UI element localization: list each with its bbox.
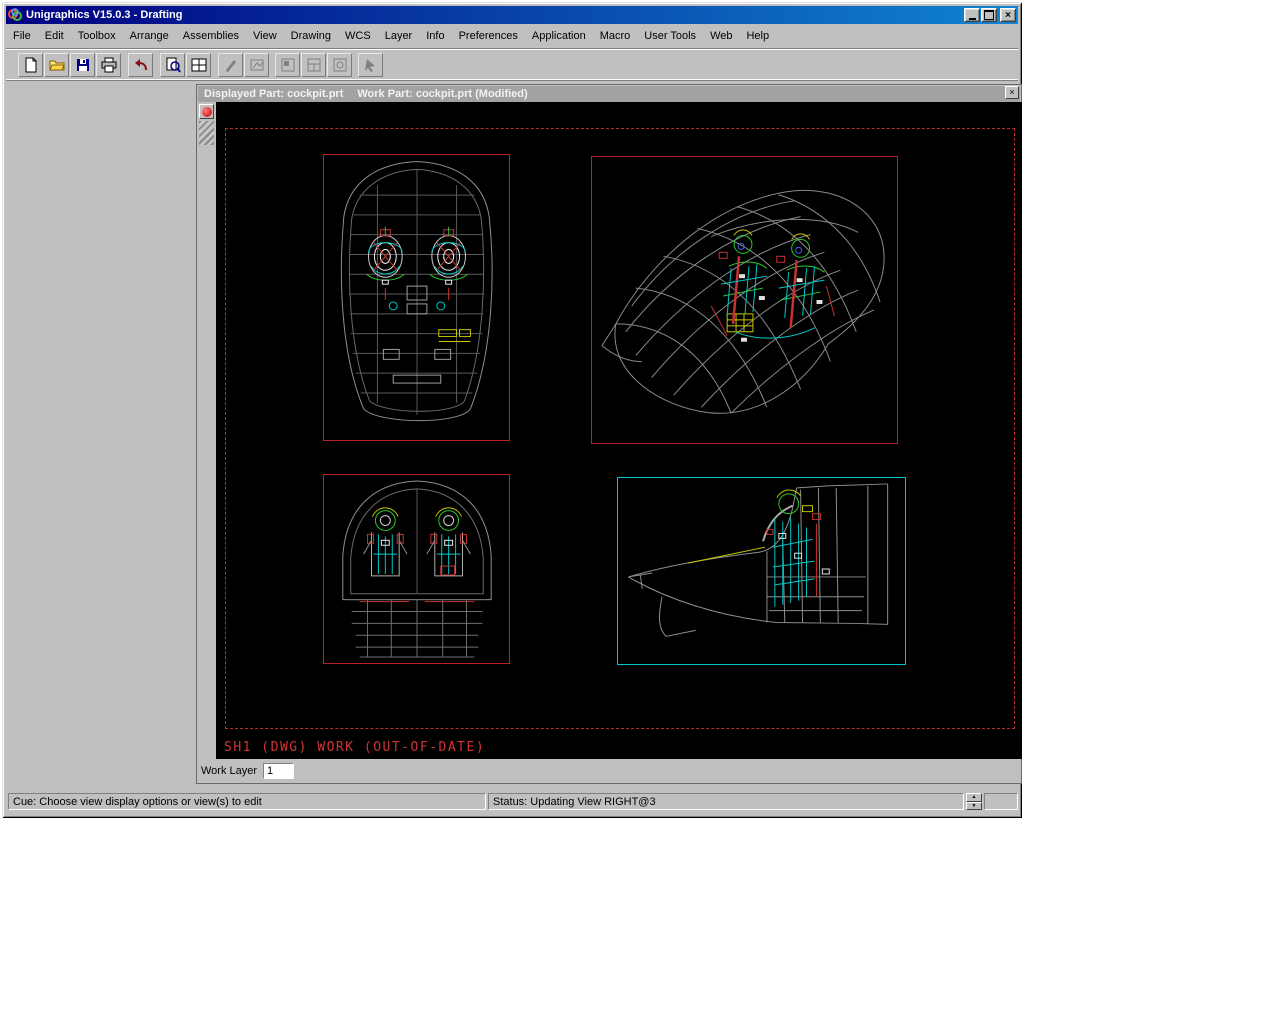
- displayed-part-label: Displayed Part: cockpit.prt: [204, 88, 343, 100]
- cue-text: Cue: Choose view display options or view…: [13, 796, 262, 808]
- menu-item[interactable]: Help: [739, 26, 776, 46]
- work-layer-label: Work Layer: [201, 765, 257, 777]
- close-icon: ×: [1005, 11, 1011, 20]
- viewport-top-view[interactable]: [323, 154, 510, 441]
- minimize-icon: [969, 18, 976, 20]
- menu-item[interactable]: Web: [703, 26, 739, 46]
- graphics-window-close-button[interactable]: ×: [1005, 86, 1019, 99]
- red-circle-icon: [202, 107, 212, 117]
- drawing-canvas[interactable]: SH1 (DWG) WORK (OUT-OF-DATE): [216, 102, 1022, 759]
- maximize-button[interactable]: [981, 8, 997, 22]
- menu-item[interactable]: Edit: [38, 26, 71, 46]
- plot-button[interactable]: [218, 53, 243, 77]
- minimize-button[interactable]: [964, 8, 980, 22]
- work-layer-bar: Work Layer: [201, 762, 294, 780]
- work-part-label: Work Part: cockpit.prt (Modified): [357, 88, 527, 100]
- menu-item[interactable]: View: [246, 26, 284, 46]
- menu-item[interactable]: Preferences: [452, 26, 525, 46]
- zoom-view-button[interactable]: [160, 53, 185, 77]
- view-split-button[interactable]: [301, 53, 326, 77]
- viewport-right-view[interactable]: [617, 477, 906, 665]
- menu-item[interactable]: Macro: [593, 26, 638, 46]
- menu-item[interactable]: Drawing: [284, 26, 338, 46]
- sheet-status-text: SH1 (DWG) WORK (OUT-OF-DATE): [224, 740, 485, 755]
- scroll-down-icon[interactable]: ▼: [966, 802, 982, 811]
- graphics-window-titlebar[interactable]: Displayed Part: cockpit.prt Work Part: c…: [198, 86, 1020, 102]
- window-title: Unigraphics V15.0.3 - Drafting: [26, 9, 964, 21]
- new-part-button[interactable]: [18, 53, 43, 77]
- menu-item[interactable]: Info: [419, 26, 451, 46]
- rail-red-button[interactable]: [199, 104, 214, 119]
- menu-item[interactable]: File: [6, 26, 38, 46]
- status-text: Status: Updating View RIGHT@3: [493, 796, 656, 808]
- window-controls: ×: [964, 8, 1016, 22]
- desktop: Unigraphics V15.0.3 - Drafting × FileEdi…: [0, 0, 1280, 1024]
- status-extra-panel: [984, 793, 1018, 810]
- work-layer-input[interactable]: [263, 763, 294, 779]
- view-shaded-button[interactable]: [275, 53, 300, 77]
- status-panel: Status: Updating View RIGHT@3: [488, 793, 964, 810]
- cue-panel: Cue: Choose view display options or view…: [8, 793, 486, 810]
- toolbar: [6, 48, 1018, 81]
- dialog-rail: [199, 104, 214, 757]
- open-part-button[interactable]: [44, 53, 69, 77]
- graphics-window: Displayed Part: cockpit.prt Work Part: c…: [196, 84, 1022, 784]
- save-part-button[interactable]: [70, 53, 95, 77]
- title-bar[interactable]: Unigraphics V15.0.3 - Drafting ×: [6, 6, 1018, 24]
- scroll-up-icon[interactable]: ▲: [966, 793, 982, 802]
- app-logo-icon: [8, 8, 22, 22]
- layout-views-button[interactable]: [186, 53, 211, 77]
- status-scroll-control[interactable]: ▲ ▼: [966, 793, 982, 810]
- menu-item[interactable]: Assemblies: [176, 26, 246, 46]
- status-bar: Cue: Choose view display options or view…: [6, 790, 1018, 814]
- sketch-button[interactable]: [244, 53, 269, 77]
- select-button[interactable]: [358, 53, 383, 77]
- view-circle-button[interactable]: [327, 53, 352, 77]
- menu-item[interactable]: Layer: [378, 26, 420, 46]
- print-button[interactable]: [96, 53, 121, 77]
- app-window: Unigraphics V15.0.3 - Drafting × FileEdi…: [2, 2, 1022, 818]
- close-icon: ×: [1009, 88, 1014, 97]
- close-button[interactable]: ×: [1000, 8, 1016, 22]
- menu-item[interactable]: Arrange: [123, 26, 176, 46]
- menu-item[interactable]: Toolbox: [71, 26, 123, 46]
- menu-bar: FileEditToolboxArrangeAssembliesViewDraw…: [6, 26, 1018, 46]
- undo-button[interactable]: [128, 53, 153, 77]
- menu-item[interactable]: User Tools: [637, 26, 703, 46]
- viewport-isometric-view[interactable]: [591, 156, 898, 444]
- maximize-icon: [984, 10, 994, 20]
- menu-item[interactable]: Application: [525, 26, 593, 46]
- menu-item[interactable]: WCS: [338, 26, 378, 46]
- viewport-front-view[interactable]: [323, 474, 510, 664]
- rail-grip[interactable]: [199, 121, 214, 145]
